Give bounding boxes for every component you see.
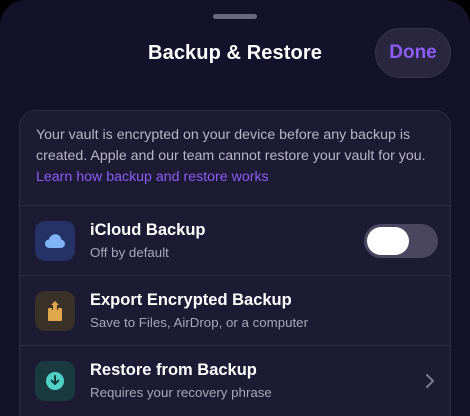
icloud-backup-subtitle: Off by default [90,245,169,260]
encryption-info-text: Your vault is encrypted on your device b… [36,127,426,164]
chevron-right-icon [426,374,434,388]
cloud-icon [35,221,75,261]
export-backup-title: Export Encrypted Backup [90,291,292,309]
share-icon [35,291,75,331]
toggle-knob [367,227,409,255]
learn-more-link[interactable]: Learn how backup and restore works [36,169,269,185]
done-button[interactable]: Done [375,28,451,78]
download-icon [35,361,75,401]
encryption-info: Your vault is encrypted on your device b… [36,125,440,188]
export-backup-subtitle: Save to Files, AirDrop, or a computer [90,315,309,330]
icloud-backup-row[interactable]: iCloud Backup Off by default [20,205,450,275]
restore-backup-row[interactable]: Restore from Backup Requires your recove… [20,345,450,415]
icloud-backup-toggle[interactable] [364,224,438,258]
restore-backup-title: Restore from Backup [90,361,257,379]
backup-restore-sheet: Backup & Restore Done Your vault is encr… [0,0,470,416]
restore-backup-subtitle: Requires your recovery phrase [90,385,272,400]
export-backup-row[interactable]: Export Encrypted Backup Save to Files, A… [20,275,450,345]
icloud-backup-title: iCloud Backup [90,221,206,239]
backup-settings-card: Your vault is encrypted on your device b… [19,110,451,416]
sheet-grabber[interactable] [213,14,257,19]
